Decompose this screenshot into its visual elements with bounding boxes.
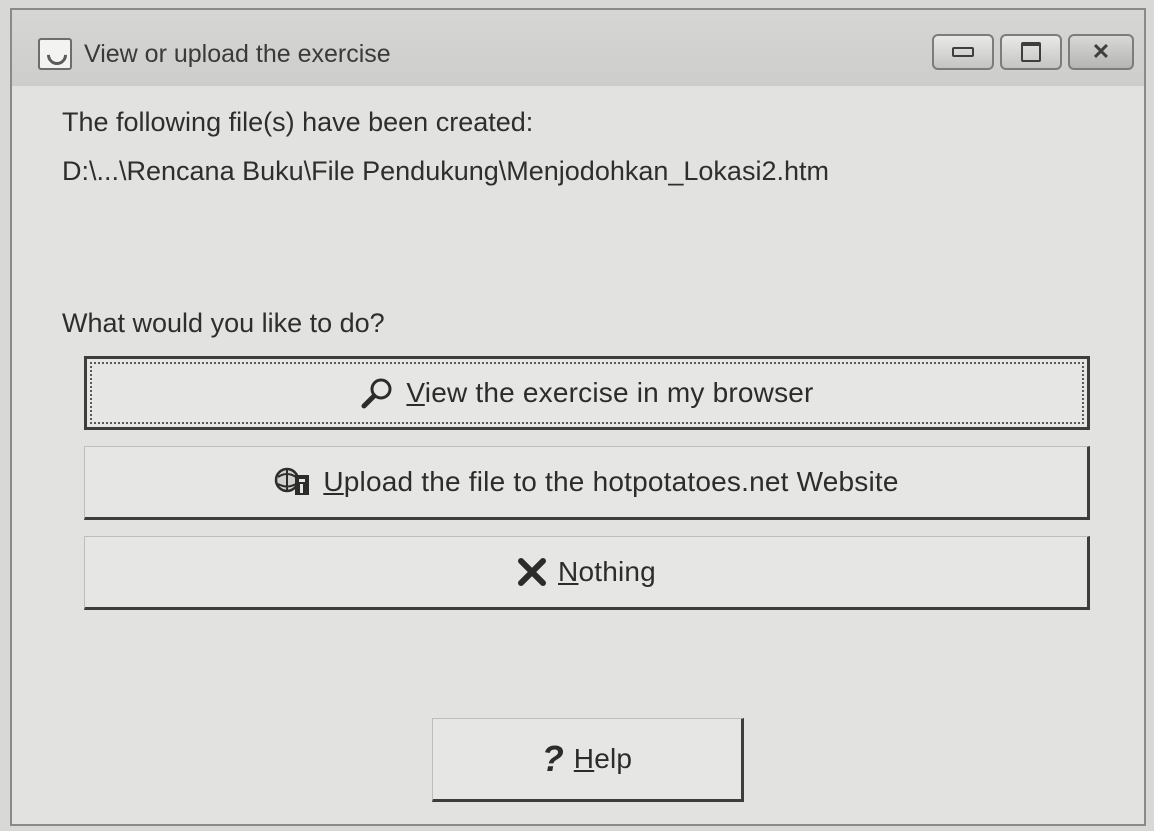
maximize-icon xyxy=(1021,42,1041,62)
maximize-button[interactable] xyxy=(1000,34,1062,70)
dialog-window: View or upload the exercise ✕ The follow… xyxy=(10,8,1146,826)
close-icon: ✕ xyxy=(1091,39,1111,64)
close-button[interactable]: ✕ xyxy=(1068,34,1134,70)
upload-button-label: Upload the file to the hotpotatoes.net W… xyxy=(323,466,899,497)
question-label: What would you like to do? xyxy=(62,308,385,338)
help-button[interactable]: ? Help xyxy=(432,718,744,802)
magnifier-icon xyxy=(360,376,396,410)
nothing-button-label: Nothing xyxy=(558,556,656,587)
nothing-button[interactable]: Nothing xyxy=(84,536,1090,610)
view-button-label: View the exercise in my browser xyxy=(406,377,814,408)
window-controls: ✕ xyxy=(932,34,1134,70)
created-files-label: The following file(s) have been created: xyxy=(62,107,534,137)
window-title: View or upload the exercise xyxy=(84,40,391,68)
help-button-label: Help xyxy=(573,743,633,774)
title-bar: View or upload the exercise ✕ xyxy=(12,10,1144,86)
upload-website-button[interactable]: Upload the file to the hotpotatoes.net W… xyxy=(84,446,1090,520)
cross-icon xyxy=(516,556,548,588)
upload-icon xyxy=(273,465,313,499)
view-in-browser-button[interactable]: View the exercise in my browser xyxy=(84,356,1090,430)
app-icon xyxy=(38,38,72,70)
minimize-icon xyxy=(952,47,974,57)
question-icon: ? xyxy=(541,738,564,779)
file-path: D:\...\Rencana Buku\File Pendukung\Menjo… xyxy=(62,156,829,186)
minimize-button[interactable] xyxy=(932,34,994,70)
